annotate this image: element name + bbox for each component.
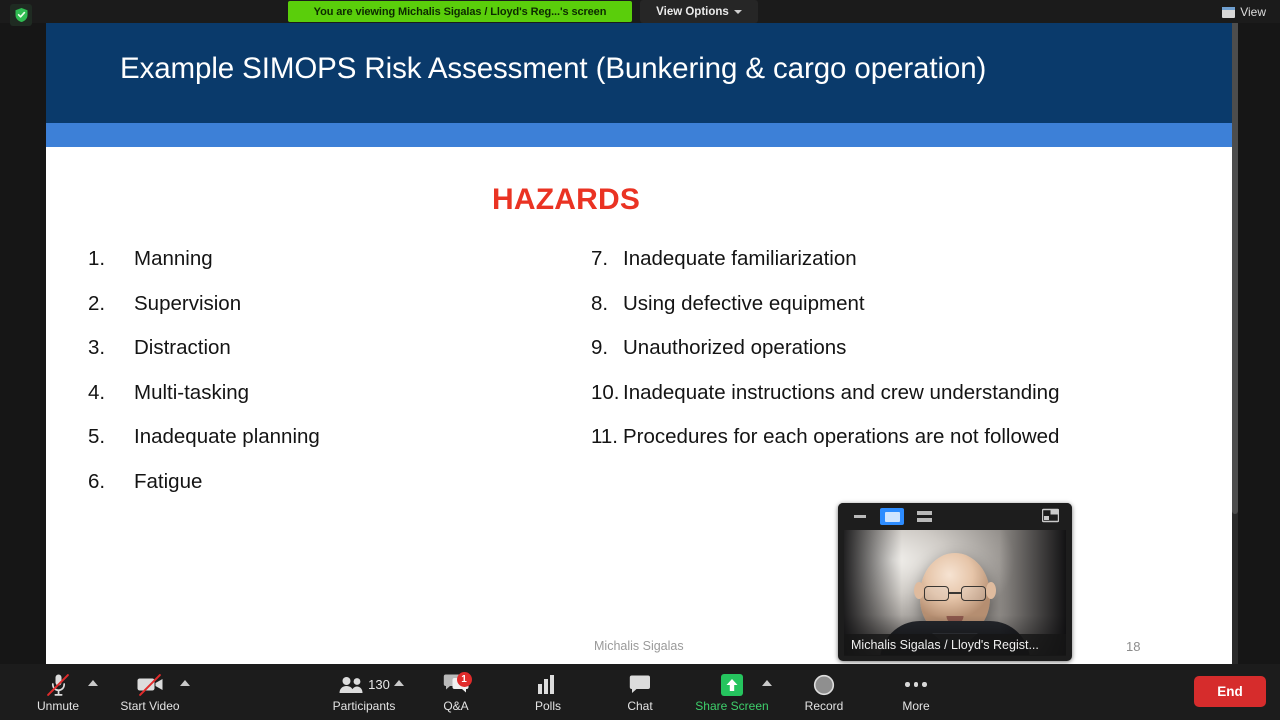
- list-item-label: Supervision: [134, 291, 242, 315]
- qa-button-label: Q&A: [443, 698, 469, 713]
- chat-button[interactable]: Chat: [594, 664, 686, 720]
- list-item-number: 9.: [591, 336, 609, 359]
- share-options-caret-icon[interactable]: [762, 680, 772, 686]
- qa-badge: 1: [456, 671, 472, 687]
- chat-button-label: Chat: [627, 698, 653, 713]
- slide-heading: HAZARDS: [491, 183, 641, 216]
- chat-bubble-icon: [629, 673, 651, 697]
- polls-bar-icon: [537, 673, 559, 697]
- video-panel-header: [838, 503, 1072, 530]
- screen-share-banner-text: You are viewing Michalis Sigalas / Lloyd…: [313, 5, 607, 18]
- video-options-caret-icon[interactable]: [180, 680, 190, 686]
- list-item-label: Unauthorized operations: [623, 336, 847, 359]
- toolbar-center-group: 130 Participants 1 Q&A Polls Chat Share …: [318, 664, 962, 720]
- list-item: 2. Supervision: [88, 292, 558, 337]
- list-item-label: Multi-tasking: [134, 380, 250, 404]
- list-item-number: 11.: [591, 425, 618, 448]
- popout-window-icon[interactable]: [1042, 508, 1062, 525]
- share-screen-icon: [720, 673, 744, 697]
- list-item: 4. Multi-tasking: [88, 381, 558, 426]
- start-video-button-label: Start Video: [120, 698, 180, 713]
- video-camera-off-icon: [137, 673, 164, 697]
- list-item: 11. Procedures for each operations are n…: [591, 425, 1211, 470]
- start-video-button[interactable]: Start Video: [104, 664, 196, 720]
- list-item: 1. Manning: [88, 247, 558, 292]
- toolbar-left-group: Unmute Start Video: [12, 664, 196, 720]
- minimize-icon[interactable]: [850, 508, 870, 525]
- screen-share-banner: You are viewing Michalis Sigalas / Lloyd…: [288, 1, 632, 22]
- hazards-right-column: 7. Inadequate familiarization 8. Using d…: [591, 247, 1211, 470]
- record-button[interactable]: Record: [778, 664, 870, 720]
- list-item-label: Inadequate planning: [134, 425, 320, 448]
- list-item-label: Distraction: [134, 336, 231, 359]
- participants-button-label: Participants: [332, 698, 396, 713]
- qa-chat-icon: 1: [443, 671, 472, 697]
- list-item: 3. Distraction: [88, 336, 558, 381]
- end-meeting-button[interactable]: End: [1194, 676, 1266, 707]
- list-item-number: 7.: [591, 247, 609, 270]
- slide-page-number: 18: [1126, 639, 1141, 654]
- list-item-number: 3.: [88, 336, 106, 359]
- list-item-number: 8.: [591, 291, 609, 315]
- list-item-label: Using defective equipment: [623, 291, 865, 315]
- list-item: 6. Fatigue: [88, 470, 558, 515]
- list-item-number: 1.: [88, 247, 106, 270]
- record-button-label: Record: [804, 698, 844, 713]
- more-dots-icon: [905, 673, 927, 697]
- list-item: 9. Unauthorized operations: [591, 336, 1211, 381]
- view-options-button[interactable]: View Options: [640, 0, 758, 23]
- top-bar: You are viewing Michalis Sigalas / Lloyd…: [0, 0, 1280, 26]
- list-item-number: 6.: [88, 469, 106, 493]
- list-item-label: Inadequate instructions and crew underst…: [623, 380, 1060, 404]
- list-item-label: Procedures for each operations are not f…: [623, 425, 1060, 448]
- list-item: 10. Inadequate instructions and crew und…: [591, 381, 1211, 426]
- list-item-number: 10.: [591, 380, 620, 404]
- more-button[interactable]: More: [870, 664, 962, 720]
- list-item-number: 5.: [88, 425, 106, 448]
- qa-button[interactable]: 1 Q&A: [410, 664, 502, 720]
- share-screen-button[interactable]: Share Screen: [686, 664, 778, 720]
- meeting-toolbar: Unmute Start Video 130 Participants 1 Q&…: [0, 664, 1280, 720]
- chevron-down-icon: [733, 9, 742, 14]
- list-item-label: Inadequate familiarization: [623, 247, 857, 270]
- list-item: 8. Using defective equipment: [591, 292, 1211, 337]
- zoom-meeting-window: You are viewing Michalis Sigalas / Lloyd…: [0, 0, 1280, 720]
- video-participant-name-label: Michalis Sigalas / Lloyd's Regist...: [851, 638, 1039, 652]
- share-screen-button-label: Share Screen: [695, 698, 769, 713]
- view-button-label: View: [1240, 5, 1266, 19]
- more-button-label: More: [902, 698, 930, 713]
- view-options-label: View Options: [656, 5, 729, 18]
- audio-options-caret-icon[interactable]: [88, 680, 98, 686]
- hazards-left-column: 1. Manning 2. Supervision 3. Distraction…: [88, 247, 558, 514]
- speaker-view-icon[interactable]: [880, 508, 904, 525]
- polls-button-label: Polls: [534, 698, 561, 713]
- record-circle-icon: [813, 673, 835, 697]
- unmute-button-label: Unmute: [36, 698, 80, 713]
- unmute-button[interactable]: Unmute: [12, 664, 104, 720]
- encryption-shield-icon[interactable]: [10, 4, 32, 26]
- layout-window-icon: [1222, 6, 1236, 18]
- list-item: 5. Inadequate planning: [88, 425, 558, 470]
- list-item-label: Fatigue: [134, 469, 203, 493]
- slide-accent-band: [46, 123, 1232, 147]
- floating-video-panel[interactable]: Michalis Sigalas / Lloyd's Regist...: [838, 503, 1072, 661]
- participants-count: 130: [368, 677, 390, 692]
- slide-title: Example SIMOPS Risk Assessment (Bunkerin…: [120, 52, 987, 85]
- polls-button[interactable]: Polls: [502, 664, 594, 720]
- list-item-number: 4.: [88, 380, 106, 404]
- participants-button[interactable]: 130 Participants: [318, 664, 410, 720]
- video-participant-name: Michalis Sigalas / Lloyd's Regist...: [844, 634, 1066, 656]
- view-button[interactable]: View: [1222, 4, 1266, 20]
- gallery-view-icon[interactable]: [912, 508, 936, 525]
- list-item-number: 2.: [88, 291, 106, 315]
- list-item-label: Manning: [134, 247, 213, 270]
- toolbar-right-group: End: [1194, 676, 1266, 707]
- participants-options-caret-icon[interactable]: [394, 680, 404, 686]
- slide-footer-author: Michalis Sigalas: [594, 639, 684, 653]
- participants-icon: 130: [338, 673, 390, 697]
- list-item: 7. Inadequate familiarization: [591, 247, 1211, 292]
- slide-scrollbar[interactable]: [1232, 16, 1238, 664]
- microphone-muted-icon: [46, 673, 70, 697]
